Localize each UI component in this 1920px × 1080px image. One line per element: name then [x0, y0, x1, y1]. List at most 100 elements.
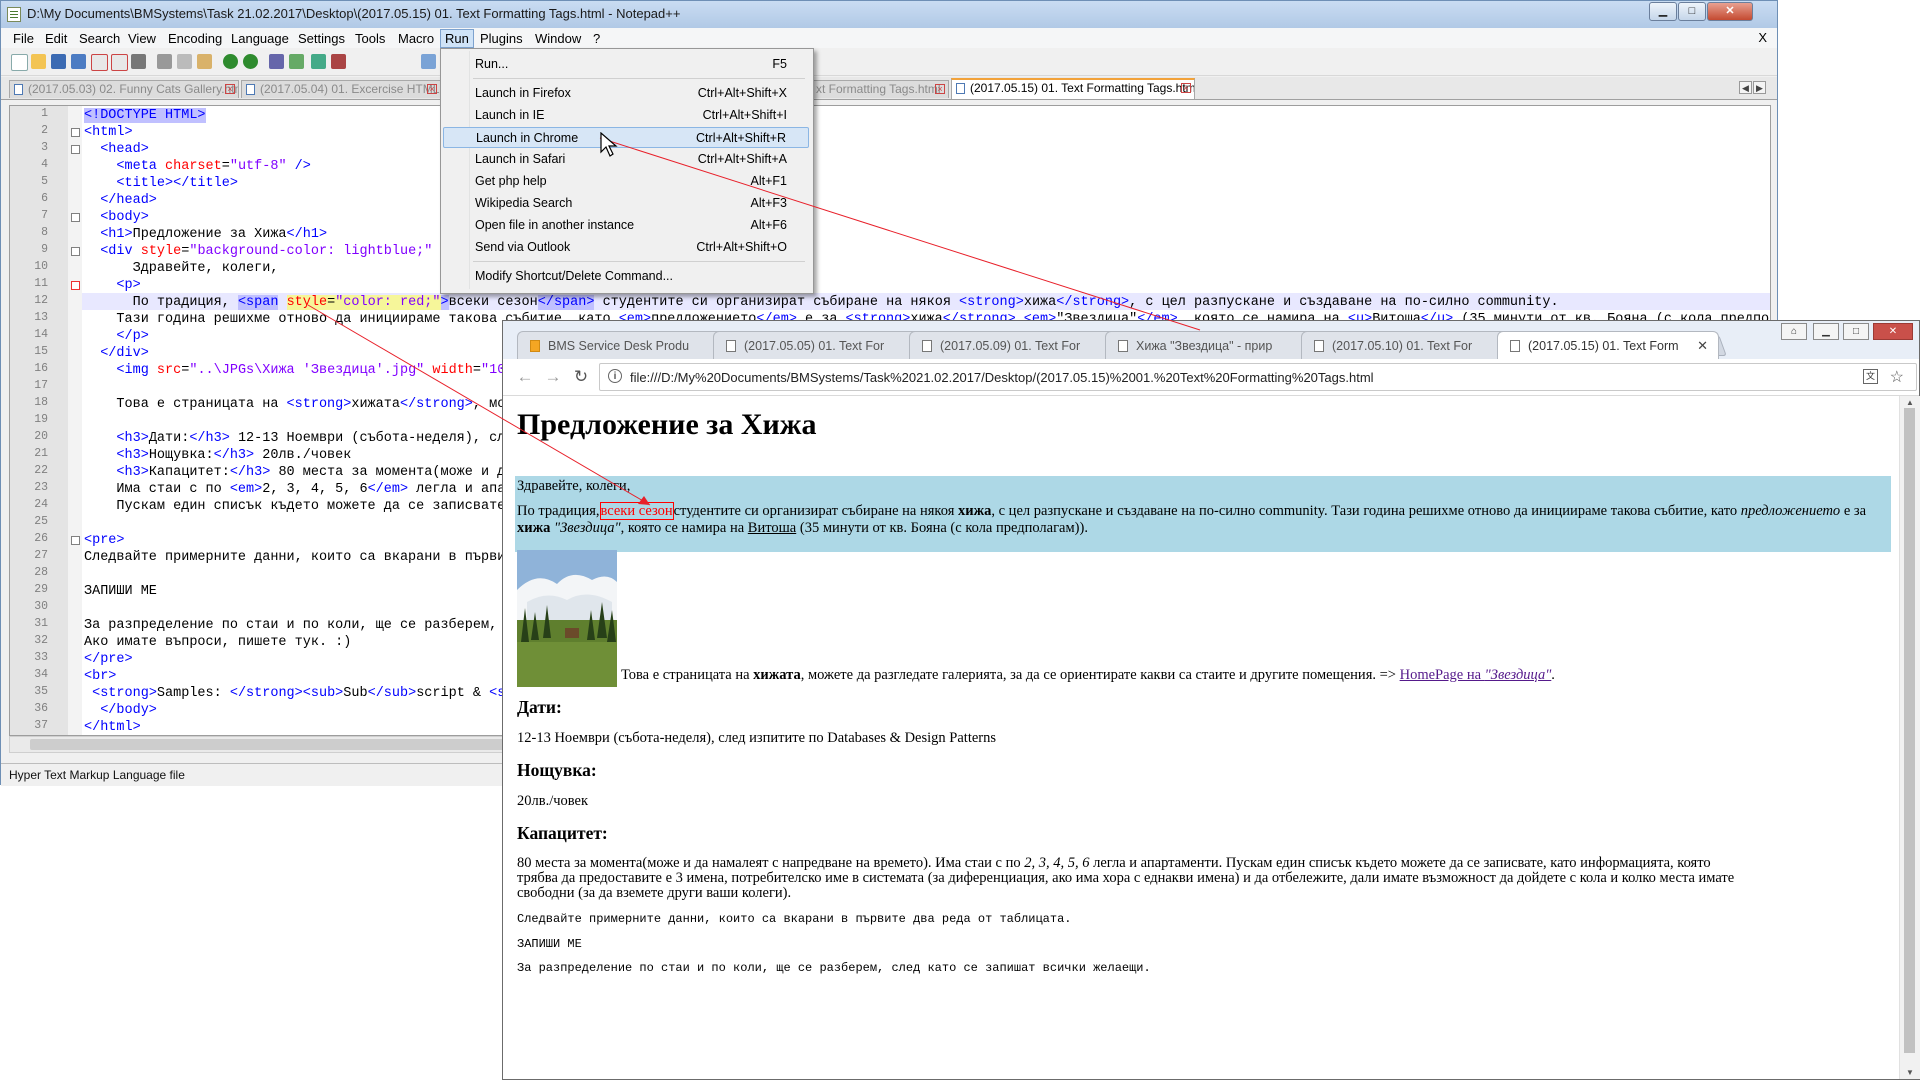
menu-view[interactable]: View — [124, 30, 160, 47]
npp-tab-active[interactable]: (2017.05.15) 01. Text Formatting Tags.ht… — [951, 78, 1195, 99]
menu-item-launch-ie[interactable]: Launch in IE Ctrl+Alt+Shift+I — [443, 105, 809, 126]
menu-macro[interactable]: Macro — [394, 30, 438, 47]
back-icon[interactable]: ← — [515, 367, 535, 387]
npp-tab[interactable]: (2017.05.03) 02. Funny Cats Gallery.html… — [9, 80, 239, 98]
code-token: "utf-8" — [229, 159, 287, 174]
copy-icon[interactable] — [177, 54, 192, 69]
browser-tab[interactable]: Хижа "Звездица" - прир✕ — [1105, 331, 1327, 359]
line-number: 25 — [34, 515, 48, 528]
print-icon[interactable] — [131, 54, 146, 69]
menu-item-php-help[interactable]: Get php help Alt+F1 — [443, 171, 809, 192]
browser-tab[interactable]: BMS Service Desk Produ✕ — [517, 331, 739, 359]
code-token: </strong> — [399, 397, 473, 412]
pre-line: Следвайте примерните данни, които са вка… — [517, 912, 1072, 926]
menu-search[interactable]: Search — [75, 30, 124, 47]
scroll-up-icon[interactable]: ▲ — [1906, 398, 1914, 407]
close-all-icon[interactable] — [111, 54, 128, 71]
page-viewport[interactable]: Предложение за Хижа Здравейте, колеги, П… — [503, 396, 1897, 1079]
translate-icon[interactable]: 文 — [1863, 369, 1878, 384]
menu-item-open-another-instance[interactable]: Open file in another instance Alt+F6 — [443, 215, 809, 236]
zoom-in-icon[interactable] — [311, 54, 326, 69]
browser-tab-active[interactable]: (2017.05.15) 01. Text Form ✕ — [1497, 331, 1719, 359]
menu-plugins[interactable]: Plugins — [476, 30, 527, 47]
fold-toggle-icon[interactable] — [71, 213, 80, 222]
save-all-icon[interactable] — [71, 54, 86, 69]
menu-edit[interactable]: Edit — [41, 30, 71, 47]
menu-file[interactable]: File — [9, 30, 38, 47]
forward-icon[interactable]: → — [543, 367, 563, 387]
menu-help[interactable]: ? — [589, 30, 604, 47]
find-icon[interactable] — [269, 54, 284, 69]
line-number: 13 — [34, 311, 48, 324]
fold-toggle-icon[interactable] — [71, 128, 80, 137]
tab-close-icon[interactable]: × — [935, 84, 945, 94]
line-number: 29 — [34, 583, 48, 596]
chrome-user-icon[interactable]: ⌂ — [1781, 323, 1807, 340]
text-run: 80 места за момента(може и да намалеят с… — [517, 855, 1025, 871]
npp-titlebar[interactable]: D:\My Documents\BMSystems\Task 21.02.201… — [1, 1, 1777, 28]
fold-toggle-icon[interactable] — [71, 536, 80, 545]
tab-close-icon[interactable]: × — [1181, 83, 1191, 93]
menu-run[interactable]: Run — [440, 29, 474, 48]
menu-tools[interactable]: Tools — [351, 30, 389, 47]
fold-toggle-icon[interactable] — [71, 247, 80, 256]
npp-tab[interactable]: (2017.05.04) 01. Excercise HTML.htm × — [241, 80, 441, 98]
new-file-icon[interactable] — [11, 54, 28, 71]
tab-close-icon[interactable]: × — [225, 84, 235, 94]
menu-item-run[interactable]: Run... F5 — [443, 54, 809, 75]
save-icon[interactable] — [51, 54, 66, 69]
menu-settings[interactable]: Settings — [294, 30, 349, 47]
browser-tab[interactable]: (2017.05.09) 01. Text For✕ — [909, 331, 1131, 359]
info-icon[interactable]: i — [608, 369, 622, 383]
tab-close-icon[interactable]: ✕ — [1697, 338, 1708, 354]
scrollbar-thumb[interactable] — [1904, 408, 1915, 1053]
code-line: <div style="background-color: lightblue;… — [84, 243, 457, 260]
tab-scroll-left-icon[interactable]: ◀ — [1739, 81, 1752, 94]
line-number: 14 — [34, 328, 48, 341]
code-token: = — [221, 159, 230, 174]
close-file-icon[interactable] — [91, 54, 108, 71]
reload-icon[interactable]: ↻ — [571, 367, 591, 387]
open-file-icon[interactable] — [31, 54, 46, 69]
tab-close-icon[interactable]: × — [427, 84, 437, 94]
redo-icon[interactable] — [243, 54, 258, 69]
menu-language[interactable]: Language — [227, 30, 293, 47]
chrome-minimize-icon[interactable]: ▁ — [1813, 323, 1839, 340]
menu-item-modify-shortcut[interactable]: Modify Shortcut/Delete Command... — [443, 266, 809, 287]
npp-tab[interactable]: xt Formatting Tags.html × — [811, 80, 949, 98]
browser-tab[interactable]: (2017.05.10) 01. Text For✕ — [1301, 331, 1523, 359]
chrome-close-icon[interactable]: ✕ — [1873, 323, 1913, 340]
homepage-link[interactable]: HomePage на "Звездица" — [1400, 667, 1552, 683]
code-token: студентите си организират събиране на ня… — [594, 295, 960, 310]
browser-tab[interactable]: (2017.05.05) 01. Text For✕ — [713, 331, 935, 359]
menu-item-launch-chrome[interactable]: Launch in Chrome Ctrl+Alt+Shift+R — [443, 127, 809, 148]
menu-item-wikipedia-search[interactable]: Wikipedia Search Alt+F3 — [443, 193, 809, 214]
menu-window[interactable]: Window — [531, 30, 585, 47]
fold-toggle-icon[interactable] — [71, 145, 80, 154]
chrome-maximize-icon[interactable]: □ — [1843, 323, 1869, 340]
tab-scroll-right-icon[interactable]: ▶ — [1753, 81, 1766, 94]
undo-icon[interactable] — [223, 54, 238, 69]
find-next-icon[interactable] — [289, 54, 304, 69]
sync-scroll-icon[interactable] — [421, 54, 436, 69]
code-line: Ако имате въпроси, пишете тук. :) — [84, 635, 352, 650]
close-icon[interactable]: ✕ — [1707, 2, 1753, 21]
bookmark-star-icon[interactable]: ☆ — [1890, 367, 1904, 387]
maximize-icon[interactable]: □ — [1678, 2, 1706, 21]
menu-item-launch-safari[interactable]: Launch in Safari Ctrl+Alt+Shift+A — [443, 149, 809, 170]
close-document-icon[interactable]: X — [1758, 30, 1767, 45]
fold-toggle-icon[interactable] — [71, 281, 80, 290]
cut-icon[interactable] — [157, 54, 172, 69]
scrollbar-thumb[interactable] — [30, 739, 510, 750]
scroll-down-icon[interactable]: ▼ — [1906, 1068, 1914, 1077]
code-token: /> — [286, 159, 311, 174]
address-bar[interactable]: i file:///D:/My%20Documents/BMSystems/Ta… — [599, 363, 1917, 391]
page-scrollbar[interactable]: ▲ ▼ — [1899, 396, 1920, 1079]
menu-item-send-outlook[interactable]: Send via Outlook Ctrl+Alt+Shift+O — [443, 237, 809, 258]
zoom-out-icon[interactable] — [331, 54, 346, 69]
menu-encoding[interactable]: Encoding — [164, 30, 226, 47]
paste-icon[interactable] — [197, 54, 212, 69]
minimize-icon[interactable]: ▁ — [1649, 2, 1677, 21]
menu-item-launch-firefox[interactable]: Launch in Firefox Ctrl+Alt+Shift+X — [443, 83, 809, 104]
